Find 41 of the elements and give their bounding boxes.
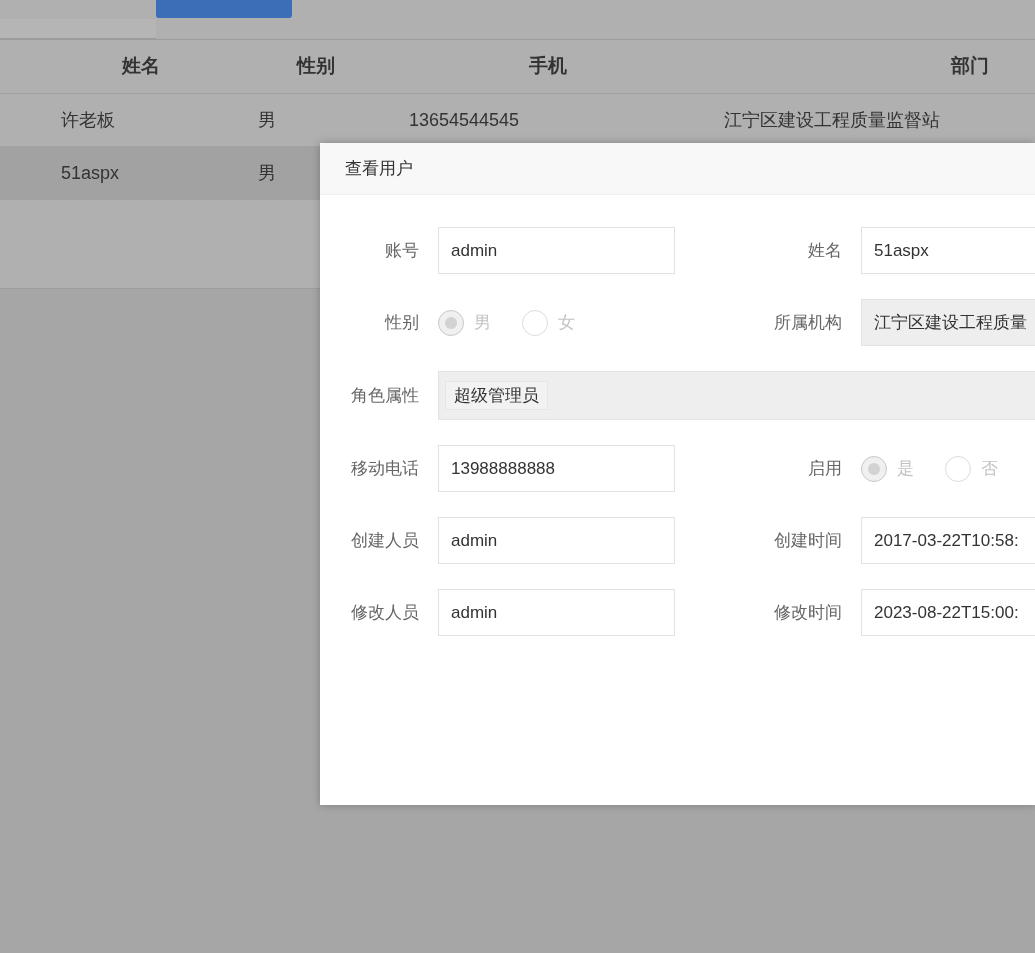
field-label: 移动电话 <box>351 457 419 480</box>
column-header: 姓名 <box>122 55 160 77</box>
text-field[interactable]: 51aspx <box>861 227 1035 274</box>
tags-field[interactable]: 超级管理员 <box>438 371 1035 420</box>
field-label: 启用 <box>808 457 842 480</box>
field-label: 创建人员 <box>351 529 419 552</box>
field-label: 性别 <box>385 311 419 334</box>
radio-button[interactable] <box>438 309 464 336</box>
table-cell: 许老板 <box>61 109 115 130</box>
radio-label: 男 <box>474 311 491 334</box>
field-label: 姓名 <box>808 239 842 262</box>
radio-label: 女 <box>558 311 575 334</box>
table-cell: 江宁区建设工程质量监督站 <box>724 109 940 130</box>
text-field[interactable]: 2023-08-22T15:00: <box>861 589 1035 636</box>
column-header: 手机 <box>529 55 567 77</box>
column-header: 性别 <box>297 55 335 77</box>
table-cell: 13654544545 <box>409 109 520 130</box>
text-field[interactable]: admin <box>438 227 675 274</box>
dialog-title: 查看用户 <box>345 157 413 180</box>
text-field[interactable]: admin <box>438 517 675 564</box>
radio-button[interactable] <box>945 455 971 482</box>
field-label: 所属机构 <box>774 311 842 334</box>
field-label: 角色属性 <box>351 384 419 407</box>
search-button[interactable] <box>156 0 292 18</box>
text-field[interactable]: admin <box>438 589 675 636</box>
search-field[interactable] <box>0 19 156 39</box>
text-field[interactable]: 13988888888 <box>438 445 675 492</box>
table-cell: 51aspx <box>61 162 120 183</box>
column-header: 部门 <box>951 55 989 77</box>
table-cell: 男 <box>258 162 276 183</box>
radio-label: 否 <box>981 457 998 480</box>
text-field[interactable]: 2017-03-22T10:58: <box>861 517 1035 564</box>
field-label: 账号 <box>385 239 419 262</box>
radio-button[interactable] <box>522 309 548 336</box>
field-label: 修改人员 <box>351 601 419 624</box>
role-tag: 超级管理员 <box>445 380 548 411</box>
table-cell: 男 <box>258 109 276 130</box>
field-label: 创建时间 <box>774 529 842 552</box>
field-label: 修改时间 <box>774 601 842 624</box>
radio-label: 是 <box>897 457 914 480</box>
radio-button[interactable] <box>861 455 887 482</box>
